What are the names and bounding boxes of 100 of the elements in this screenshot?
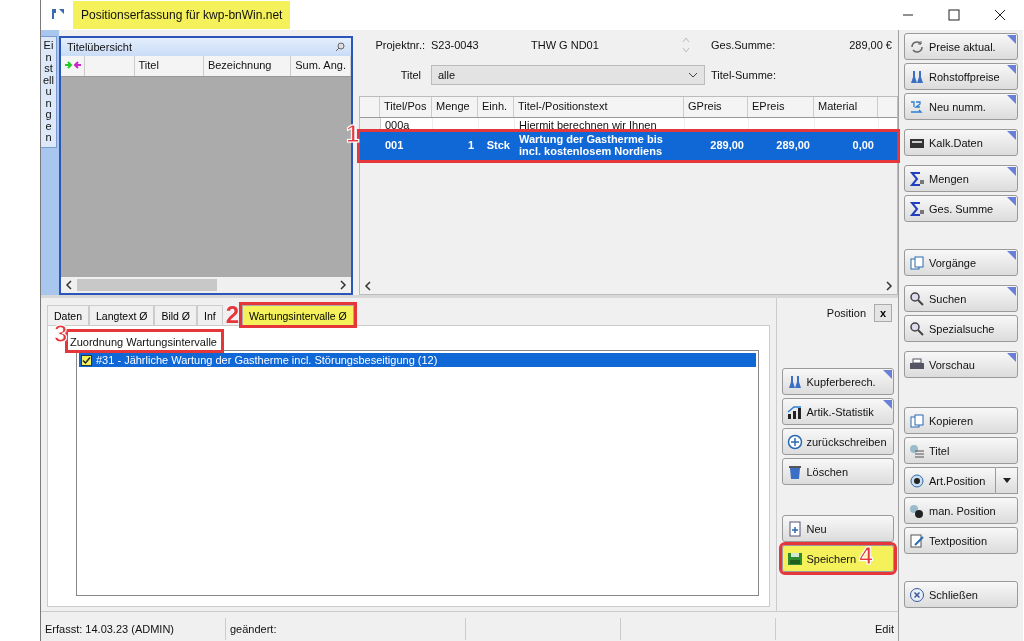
title-filter-label: Titel [399, 69, 422, 81]
documents-icon [909, 254, 925, 271]
toolbar-button[interactable]: Titel [904, 437, 1018, 464]
toolbar-button[interactable]: Textposition [904, 527, 1018, 554]
toolbar-button[interactable]: Ges. Summe [904, 195, 1018, 222]
flask-icon [786, 373, 803, 390]
tab[interactable]: Wartungsintervalle Ø [242, 305, 354, 325]
callout-number: 4 [859, 544, 873, 568]
project-number-label: Projektnr.: [374, 39, 426, 51]
toolbar-button[interactable]: Art.Position [904, 467, 996, 494]
toolbar-button[interactable]: Spezialsuche [904, 315, 1018, 342]
status-field: Erfasst: 14.03.23 (ADMIN) [41, 617, 226, 640]
table-cell: Wartung der Gastherme bis incl. kostenlosem Nordiens [515, 133, 685, 159]
column-header[interactable]: Einh. [478, 97, 514, 117]
chevron-left-icon[interactable] [364, 281, 372, 291]
column-header[interactable]: Sum. Ang. [291, 56, 351, 76]
total-label: Ges.Summe: [711, 39, 777, 51]
toolbar-button[interactable]: Neu numm. [904, 93, 1018, 120]
chevron-right-icon[interactable] [885, 281, 893, 291]
panel-title: Titelübersicht [67, 41, 132, 53]
chevron-left-icon[interactable] [65, 280, 73, 290]
callout-number: 2 [225, 303, 240, 327]
maximize-icon [948, 9, 960, 21]
table-cell: Stck [479, 139, 515, 153]
project-name: THW G ND01 [531, 39, 600, 51]
menu-triangle-icon [882, 370, 892, 379]
column-header[interactable]: GPreis [684, 97, 748, 117]
toolbar-button[interactable]: Kalk.Daten [904, 129, 1018, 156]
close-icon [994, 9, 1006, 21]
menu-triangle-icon [1007, 287, 1016, 296]
horizontal-scrollbar[interactable] [61, 277, 351, 293]
arrows-icon [65, 61, 81, 69]
toolbar-button[interactable]: Schließen [904, 581, 1018, 608]
toolbar-button[interactable]: Löschen [781, 458, 894, 485]
list-item[interactable]: #31 - Jährliche Wartung der Gastherme incl. Störungsbeseitigung (12) [79, 353, 756, 367]
toolbar-button[interactable]: Kupferberech. [781, 368, 894, 395]
tab[interactable]: Bild Ø [154, 305, 197, 325]
column-header[interactable]: Titel/Pos [380, 97, 432, 117]
sigma-icon [909, 170, 925, 187]
caret-icon [1002, 478, 1011, 483]
close-icon [909, 586, 925, 603]
group-title: Zuordnung Wartungsintervalle [70, 336, 217, 348]
target-icon [909, 472, 925, 489]
tab[interactable]: Daten [47, 305, 90, 325]
edit-icon [909, 532, 925, 549]
menu-triangle-icon [1007, 197, 1016, 206]
status-field: geändert: [226, 617, 466, 640]
toolbar-button[interactable]: man. Position [904, 497, 1018, 524]
plus-icon [786, 433, 803, 450]
table-cell: 0,00 [815, 139, 879, 153]
menu-triangle-icon [1007, 35, 1016, 44]
panel-label: Position [826, 307, 866, 319]
checkbox[interactable] [81, 354, 92, 366]
toolbar-button[interactable]: Suchen [904, 285, 1018, 312]
chevron-down-icon [688, 72, 698, 78]
refresh-icon [909, 38, 925, 55]
chevron-right-icon[interactable] [339, 280, 347, 290]
settings-side-tab[interactable]: Einstellungen [41, 36, 57, 148]
flask-icon [909, 68, 925, 85]
arrow-icon [909, 98, 925, 115]
callout-number: 1 [346, 122, 360, 146]
dropdown-button[interactable] [996, 467, 1018, 494]
toolbar-button[interactable]: Preise aktual. [904, 33, 1018, 60]
title-sum-label: Titel-Summe: [711, 69, 777, 81]
documents-icon [909, 412, 925, 429]
column-header[interactable]: Material [814, 97, 878, 117]
menu-triangle-icon [1007, 65, 1016, 74]
toolbar-button[interactable]: Neu [781, 515, 894, 542]
toolbar-button[interactable]: Artik.-Statistik [781, 398, 894, 425]
toolbar-button[interactable]: Vorschau [904, 351, 1018, 378]
toolbar-button[interactable]: Kopieren [904, 407, 1018, 434]
search-icon [909, 320, 925, 337]
toolbar-button[interactable]: Rohstoffpreise [904, 63, 1018, 90]
menu-triangle-icon [1007, 95, 1016, 104]
tab[interactable]: Langtext Ø [89, 305, 155, 325]
tab[interactable]: Inf [197, 305, 223, 325]
window-title: Positionserfassung für kwp-bnWin.net [73, 1, 291, 29]
close-panel-button[interactable]: x [874, 304, 892, 322]
chart-icon [786, 403, 803, 420]
search-icon [909, 290, 925, 307]
column-header[interactable]: Menge [432, 97, 478, 117]
column-header[interactable]: Titel [134, 56, 204, 76]
column-header[interactable]: EPreis [748, 97, 814, 117]
toolbar-button[interactable]: zurückschreiben [781, 428, 894, 455]
app-icon [51, 8, 65, 22]
trash-icon [786, 463, 803, 480]
sigma-icon [909, 200, 925, 217]
menu-triangle-icon [1007, 251, 1016, 260]
toolbar-button[interactable]: Speichern 4 [781, 545, 894, 572]
list-icon [909, 442, 925, 459]
toolbar-button[interactable]: Mengen [904, 165, 1018, 192]
title-dropdown[interactable]: alle [431, 65, 705, 85]
menu-triangle-icon [1007, 131, 1016, 140]
status-field: Edit [776, 617, 898, 640]
column-header[interactable]: Titel-/Positionstext [514, 97, 684, 117]
table-cell: 289,00 [749, 139, 815, 153]
toolbar-button[interactable]: Vorgänge [904, 249, 1018, 276]
column-header[interactable]: Bezeichnung [203, 56, 292, 76]
table-cell: 001 [381, 139, 433, 153]
table-cell: 1 [433, 139, 479, 153]
